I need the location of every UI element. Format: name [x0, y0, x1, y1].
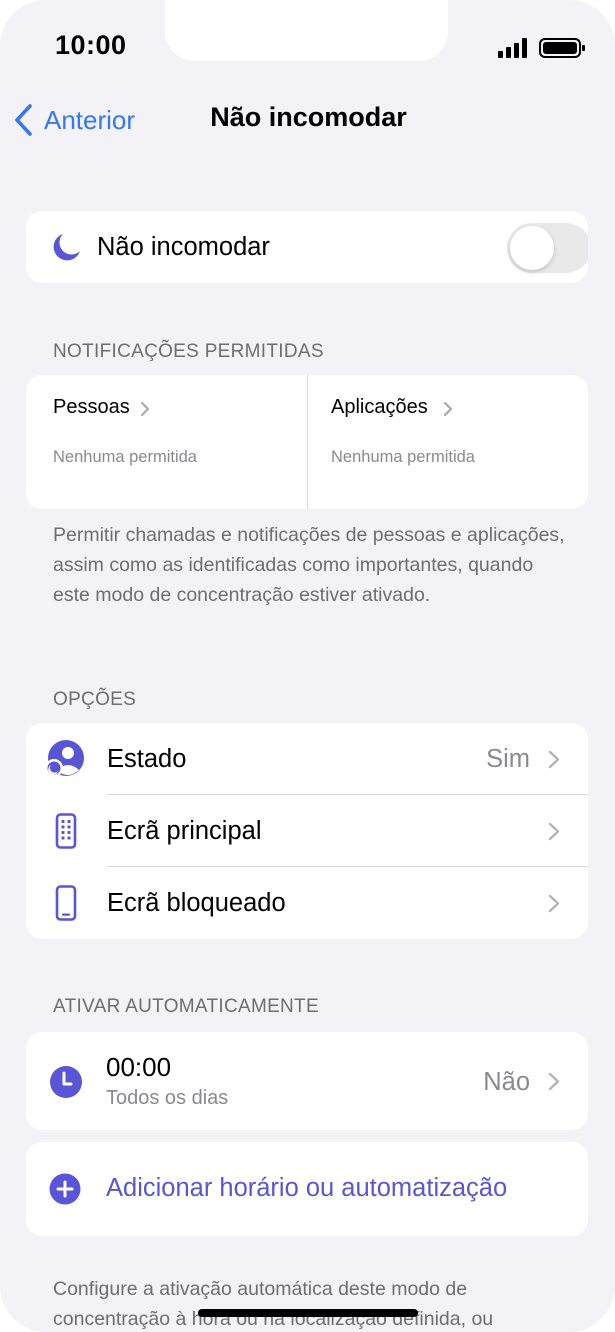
phone-screen: 10:00 Anterior Não incomodar Não incomod…	[0, 0, 615, 1332]
home-screen-label: Ecrã principal	[107, 817, 262, 845]
moon-icon	[53, 234, 80, 261]
schedule-value: Não	[483, 1068, 530, 1096]
apps-subtitle: Nenhuma permitida	[331, 448, 475, 466]
schedule-row[interactable]: 00:00 Todos os dias Não	[26, 1032, 588, 1130]
options-row-status[interactable]: Estado Sim	[26, 723, 588, 795]
schedule-days: Todos os dias	[106, 1087, 229, 1109]
focus-toggle-switch[interactable]	[507, 223, 588, 273]
battery-icon	[539, 38, 585, 58]
notifications-footnote: Permitir chamadas e notificações de pess…	[53, 524, 565, 606]
plus-circle-icon	[49, 1173, 81, 1205]
chevron-right-icon	[140, 401, 150, 417]
lock-screen-icon	[55, 885, 77, 921]
people-label: Pessoas	[53, 396, 130, 418]
options-row-home-screen[interactable]: Ecrã principal	[26, 795, 588, 867]
options-row-lock-screen[interactable]: Ecrã bloqueado	[26, 867, 588, 939]
focus-toggle-label: Não incomodar	[97, 233, 270, 261]
schedule-time: 00:00	[106, 1052, 172, 1082]
clock-icon	[50, 1066, 82, 1098]
notifications-card: Pessoas Nenhuma permitida Aplicações Nen…	[26, 375, 588, 509]
notch	[165, 0, 448, 61]
home-indicator[interactable]	[198, 1309, 418, 1317]
status-label: Estado	[107, 745, 187, 773]
status-time: 10:00	[55, 30, 127, 60]
lock-screen-label: Ecrã bloqueado	[107, 889, 286, 917]
focus-status-icon	[45, 740, 84, 777]
notifications-section-header: NOTIFICAÇÕES PERMITIDAS	[53, 341, 324, 362]
add-schedule-button[interactable]: Adicionar horário ou automatização	[26, 1142, 588, 1236]
add-schedule-label: Adicionar horário ou automatização	[106, 1174, 508, 1202]
apps-tile[interactable]: Aplicações Nenhuma permitida	[308, 375, 588, 509]
status-value: Sim	[486, 745, 530, 773]
page-title: Não incomodar	[210, 102, 407, 132]
signal-icon	[498, 38, 527, 58]
people-subtitle: Nenhuma permitida	[53, 448, 197, 466]
chevron-right-icon	[548, 822, 560, 841]
people-tile[interactable]: Pessoas Nenhuma permitida	[26, 375, 307, 509]
status-icons	[498, 38, 585, 58]
chevron-right-icon	[548, 1072, 560, 1091]
home-screen-icon	[55, 813, 77, 849]
automation-footnote: Configure a ativação automática deste mo…	[53, 1278, 494, 1330]
options-card: Estado Sim Ecrã principal Ecrã bloqueado	[26, 723, 588, 939]
automation-section-header: ATIVAR AUTOMATICAMENTE	[53, 996, 319, 1017]
chevron-right-icon	[443, 401, 453, 417]
focus-toggle-row: Não incomodar	[26, 211, 588, 283]
options-section-header: OPÇÕES	[53, 689, 137, 710]
toggle-knob	[510, 226, 554, 270]
chevron-right-icon	[548, 750, 560, 769]
apps-label: Aplicações	[331, 396, 428, 418]
chevron-right-icon	[548, 894, 560, 913]
